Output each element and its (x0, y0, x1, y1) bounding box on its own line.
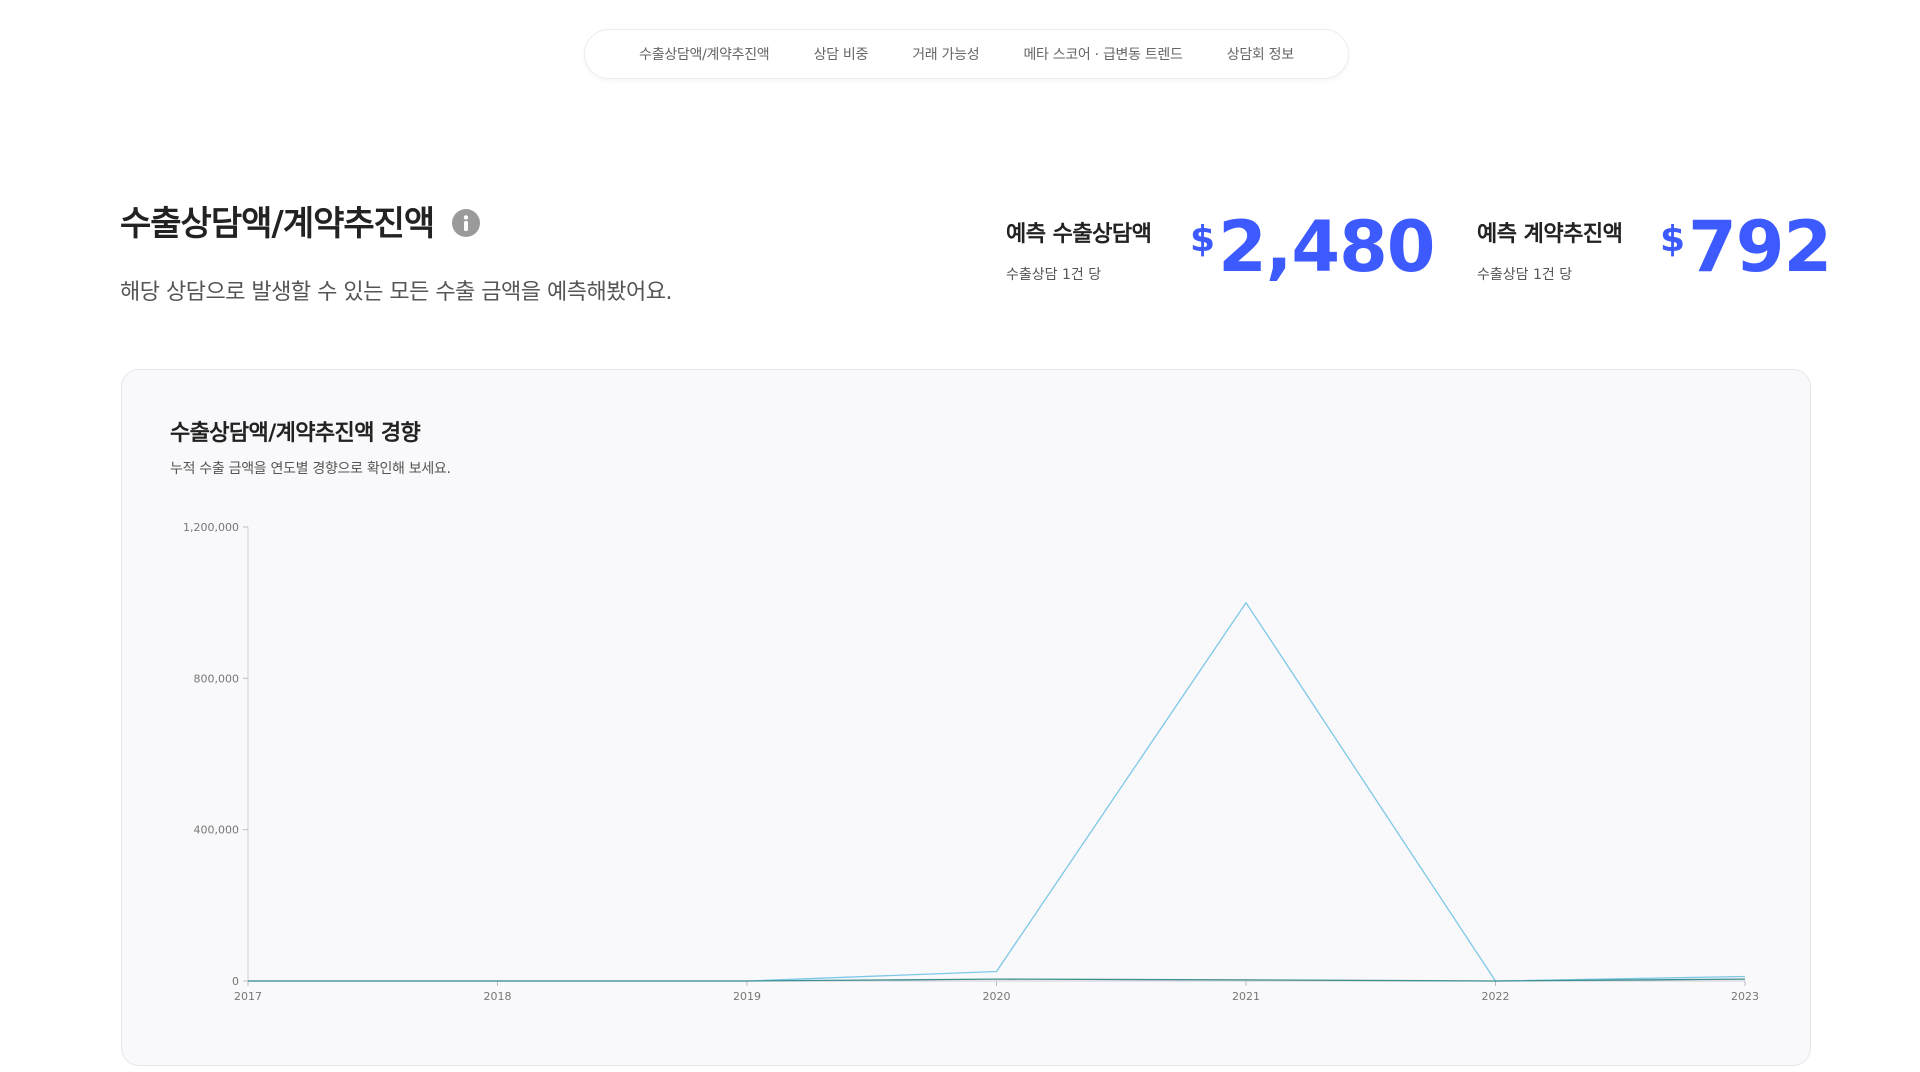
x-tick-label: 2017 (234, 990, 262, 1003)
metric-label: 예측 계약추진액 (1477, 222, 1623, 247)
metric-contract-promotion: 예측 계약추진액 수출상담 1건 당 (1477, 216, 1623, 284)
tab-export-consult-amount[interactable]: 수출상담액/계약추진액 (639, 44, 770, 64)
metric-export-consult: 예측 수출상담액 수출상담 1건 당 (1006, 216, 1152, 284)
x-tick-label: 2019 (733, 990, 761, 1003)
x-tick-label: 2022 (1482, 990, 1510, 1003)
currency-symbol: $ (1660, 219, 1685, 260)
info-icon[interactable] (452, 208, 481, 237)
page-title-row: 수출상담액/계약추진액 (120, 196, 481, 245)
x-tick-label: 2020 (983, 990, 1011, 1003)
metric-label: 예측 수출상담액 (1006, 222, 1152, 247)
tab-deal-possibility[interactable]: 거래 가능성 (912, 44, 979, 64)
metric-value: 792 (1688, 206, 1832, 288)
y-tick-label: 400,000 (194, 824, 240, 837)
tab-meta-score-trend[interactable]: 메타 스코어 · 급변동 트렌드 (1023, 44, 1182, 64)
trend-line-chart: 1,200,000 800,000 400,000 0 2017 2018 2019 2020… (183, 521, 1759, 1003)
page-title: 수출상담액/계약추진액 (120, 204, 435, 244)
trend-chart-card: 수출상담액/계약추진액 경향 누적 수출 금액을 연도별 경향으로 확인해 보세… (121, 369, 1811, 1066)
y-tick-label: 0 (232, 975, 239, 988)
series-line-1 (248, 602, 1746, 982)
page-subtitle: 해당 상담으로 발생할 수 있는 모든 수출 금액을 예측해봤어요. (120, 280, 672, 305)
metric-sublabel: 수출상담 1건 당 (1477, 267, 1573, 283)
tab-event-info[interactable]: 상담회 정보 (1227, 44, 1294, 64)
tab-consult-ratio[interactable]: 상담 비중 (814, 44, 869, 64)
metric-export-consult-value: $ 2,480 (1190, 206, 1435, 288)
currency-symbol: $ (1190, 219, 1215, 260)
x-tick-label: 2023 (1731, 990, 1759, 1003)
y-tick-label: 800,000 (194, 672, 240, 685)
metric-contract-promotion-value: $ 792 (1660, 206, 1832, 288)
metric-value: 2,480 (1218, 206, 1435, 288)
section-tab-bar: 수출상담액/계약추진액 상담 비중 거래 가능성 메타 스코어 · 급변동 트렌… (584, 29, 1349, 79)
x-tick-label: 2021 (1232, 990, 1260, 1003)
metric-sublabel: 수출상담 1건 당 (1006, 267, 1102, 283)
x-tick-label: 2018 (484, 990, 512, 1003)
y-tick-label: 1,200,000 (183, 521, 239, 534)
